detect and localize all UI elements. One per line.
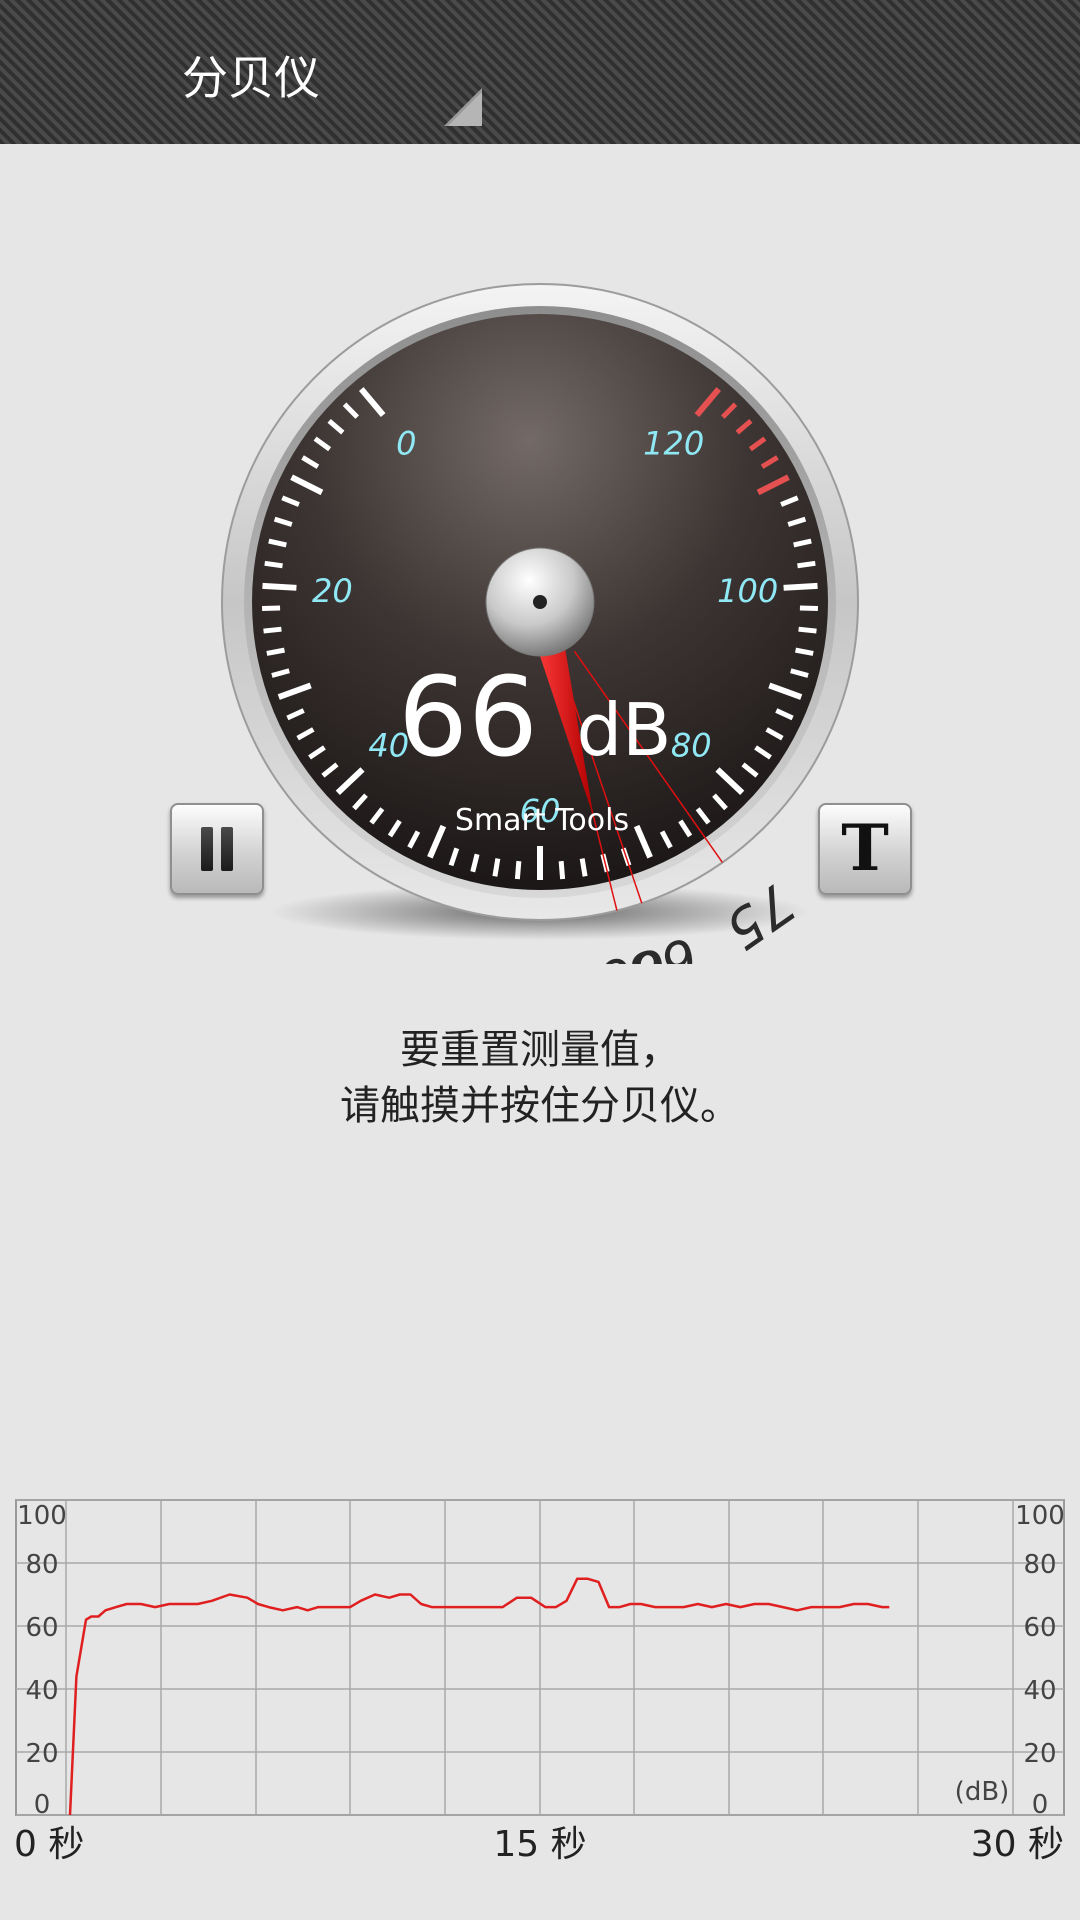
app-title: 分贝仪 xyxy=(182,51,320,105)
gauge-tick xyxy=(797,560,816,569)
text-t-icon: T xyxy=(841,811,889,886)
gauge-tick xyxy=(558,860,566,880)
brand-label: Smart Tools xyxy=(455,803,629,838)
overflow-corner-icon[interactable] xyxy=(444,88,482,126)
app-header: 分贝仪 xyxy=(0,0,1080,144)
y-tick-label-left: 80 xyxy=(25,1550,58,1580)
gauge-scale-label: 0 xyxy=(396,425,416,463)
y-tick-label-left: 60 xyxy=(25,1613,58,1643)
gauge-tick xyxy=(795,647,814,656)
y-tick-label-right: 40 xyxy=(1023,1676,1056,1706)
instruction-line-1: 要重置测量值， xyxy=(400,1027,680,1073)
y-tick-label-right: 60 xyxy=(1023,1613,1056,1643)
gauge-scale-label: 120 xyxy=(643,425,704,463)
pause-button[interactable] xyxy=(170,803,264,895)
y-tick-label-left: 20 xyxy=(25,1739,58,1769)
y-tick-label-left: 40 xyxy=(25,1676,58,1706)
peak-marker-label: 75 xyxy=(714,871,806,962)
x-axis-label: 15 秒 xyxy=(493,1824,586,1865)
decibel-history-chart: 100 100 80 80 60 60 40 40 20 20 0 0 (dB) 0 秒 15 秒 30 秒 xyxy=(0,1490,1080,1870)
decibel-meter-screen: 分贝仪 0 20 40 60 80 100 120 75 66 dB Smart… xyxy=(0,0,1080,1920)
gauge-tick xyxy=(492,858,501,877)
gauge-tick xyxy=(798,626,817,634)
gauge-tick xyxy=(514,860,522,880)
y-tick-label-left: 100 xyxy=(17,1501,67,1531)
y-tick-label-right: 20 xyxy=(1023,1739,1056,1769)
chart-unit-label: (dB) xyxy=(955,1777,1010,1807)
y-tick-label-right: 0 xyxy=(1032,1790,1049,1820)
current-db-unit: dB xyxy=(576,688,671,772)
gauge-scale-label: 100 xyxy=(717,572,778,610)
gauge-tick xyxy=(262,582,297,591)
gauge-scale-label: 20 xyxy=(312,572,353,610)
gauge-tick xyxy=(579,858,588,877)
history-chart-svg: 100 100 80 80 60 60 40 40 20 20 0 0 (dB) 0 秒 15 秒 30 秒 xyxy=(14,1499,1065,1865)
gauge-scale-label: 80 xyxy=(671,727,712,765)
y-tick-label-right: 100 xyxy=(1015,1501,1065,1531)
y-tick-label-right: 80 xyxy=(1023,1550,1056,1580)
needle-pivot xyxy=(533,595,547,609)
text-mode-button[interactable]: T xyxy=(818,803,912,895)
decibel-gauge[interactable]: 020406080100120 666875 66 dB Smart Tools xyxy=(0,144,1080,1013)
gauge-tick xyxy=(783,582,818,591)
db-history-line xyxy=(68,1577,890,1816)
x-axis-label: 0 秒 xyxy=(14,1824,84,1865)
reset-instructions: 要重置测量值， 请触摸并按住分贝仪。 xyxy=(0,1022,1080,1134)
x-axis-label: 30 秒 xyxy=(971,1824,1064,1865)
current-db-value: 66 xyxy=(398,653,538,781)
gauge-area: 020406080100120 666875 66 dB Smart Tools xyxy=(0,144,1080,1013)
y-tick-label-left: 0 xyxy=(34,1790,51,1820)
gauge-tick xyxy=(266,647,285,656)
instruction-line-2: 请触摸并按住分贝仪。 xyxy=(340,1083,740,1129)
gauge-tick xyxy=(263,626,282,634)
gauge-tick xyxy=(264,560,283,569)
